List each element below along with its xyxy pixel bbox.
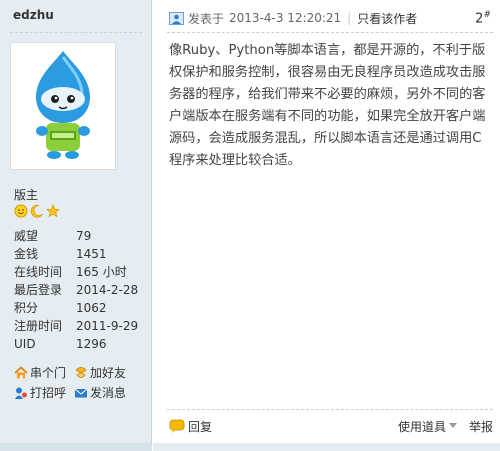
- author-sidebar: edzhu 版主 威望 79 金钱 1451 在线时间 165 小时 最后登录 …: [0, 0, 152, 451]
- stat-value: 79: [76, 229, 92, 243]
- author-actions: 串个门 加好友 打招呼 发消息: [14, 363, 126, 403]
- stat-value: 1062: [76, 301, 107, 315]
- medal-list: [14, 204, 60, 218]
- stat-value: 2011-9-29: [76, 319, 139, 333]
- avatar-mascot-image: [36, 51, 90, 159]
- post-timestamp: 2013-4-3 12:20:21: [229, 11, 342, 25]
- send-message-button[interactable]: 发消息: [74, 383, 126, 403]
- stat-row: 最后登录 2014-2-28: [14, 281, 138, 299]
- stat-row: 金钱 1451: [14, 245, 138, 263]
- use-tools-dropdown[interactable]: 使用道具: [398, 418, 457, 435]
- moon-medal-icon[interactable]: [30, 204, 44, 218]
- author-stats: 威望 79 金钱 1451 在线时间 165 小时 最后登录 2014-2-28…: [14, 227, 138, 353]
- stat-value: 2014-2-28: [76, 283, 139, 297]
- post-header: 发表于 2013-4-3 12:20:21 | 只看该作者 2#: [169, 8, 491, 28]
- reply-label: 回复: [188, 419, 213, 434]
- stat-label: 积分: [14, 301, 39, 315]
- header-separator: |: [347, 11, 352, 25]
- post-bottom-bar: [153, 443, 500, 451]
- stat-row: 在线时间 165 小时: [14, 263, 138, 281]
- add-friend-button[interactable]: 加好友: [74, 363, 126, 383]
- send-message-label: 发消息: [90, 386, 127, 400]
- post-footer: 回复 使用道具 举报: [169, 416, 493, 436]
- post-content: 像Ruby、Python等脚本语言，都是开源的，不利于版权保护和服务控制，很容易…: [169, 43, 486, 168]
- report-link[interactable]: 举报: [469, 418, 493, 435]
- stat-label: UID: [14, 337, 36, 351]
- footer-divider: [167, 409, 493, 410]
- visit-label: 串个门: [30, 366, 67, 380]
- stat-row: 积分 1062: [14, 299, 138, 317]
- post-main: 发表于 2013-4-3 12:20:21 | 只看该作者 2# 像Ruby、P…: [153, 0, 500, 451]
- header-divider: [167, 32, 493, 33]
- author-role: 版主: [14, 188, 39, 202]
- stat-row: UID 1296: [14, 335, 138, 353]
- stat-value: 165 小时: [76, 265, 127, 279]
- stat-row: 威望 79: [14, 227, 138, 245]
- sidebar-bottom-bar: [0, 443, 152, 451]
- stat-label: 在线时间: [14, 265, 63, 279]
- tools-label: 使用道具: [397, 419, 446, 434]
- footer-actions: 使用道具 举报: [398, 418, 493, 435]
- posted-prefix: 发表于: [188, 11, 225, 26]
- stat-label: 金钱: [14, 247, 39, 261]
- home-icon: [14, 366, 28, 379]
- stat-label: 注册时间: [14, 319, 63, 333]
- chevron-down-icon: [448, 423, 457, 428]
- only-author-link[interactable]: 只看该作者: [357, 10, 417, 27]
- stat-value: 1296: [76, 337, 107, 351]
- reply-button[interactable]: 回复: [169, 418, 212, 435]
- author-username[interactable]: edzhu: [13, 8, 54, 22]
- stat-row: 注册时间 2011-9-29: [14, 317, 138, 335]
- avatar[interactable]: [10, 42, 116, 170]
- greet-button[interactable]: 打招呼: [14, 383, 66, 403]
- reply-bubble-icon: [169, 419, 185, 433]
- floor-suffix: #: [483, 10, 491, 20]
- greet-icon: [15, 387, 27, 399]
- add-friend-icon: [75, 367, 87, 378]
- action-row: 打招呼 发消息: [14, 383, 126, 403]
- star-medal-icon[interactable]: [46, 204, 60, 218]
- sidebar-divider: [10, 32, 142, 33]
- user-online-icon: [169, 11, 184, 25]
- stat-label: 威望: [14, 229, 39, 243]
- stat-value: 1451: [76, 247, 107, 261]
- stat-label: 最后登录: [14, 283, 63, 297]
- action-row: 串个门 加好友: [14, 363, 126, 383]
- smiley-medal-icon[interactable]: [14, 204, 28, 218]
- add-friend-label: 加好友: [90, 366, 127, 380]
- greet-label: 打招呼: [30, 386, 67, 400]
- visit-button[interactable]: 串个门: [14, 363, 66, 383]
- envelope-icon: [74, 388, 88, 398]
- floor-number[interactable]: 2#: [475, 10, 491, 26]
